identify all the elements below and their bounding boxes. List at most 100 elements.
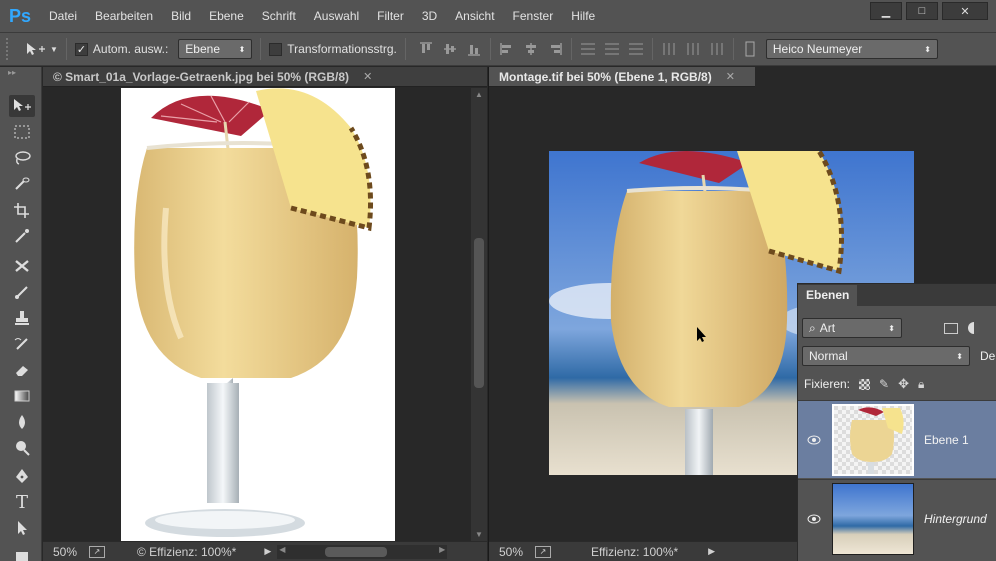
divider	[489, 38, 491, 60]
close-button[interactable]: ✕	[942, 2, 988, 20]
distribute-hcenter-icon[interactable]	[685, 42, 701, 56]
stamp-icon	[15, 311, 29, 325]
path-selection-icon	[18, 521, 27, 535]
close-tab-icon[interactable]: ✕	[726, 70, 735, 83]
menu-auswahl[interactable]: Auswahl	[305, 0, 368, 32]
history-brush-tool[interactable]	[9, 333, 35, 355]
lock-brush-icon[interactable]: ✎	[879, 377, 889, 391]
auto-align-icon[interactable]	[742, 41, 758, 57]
distribute-left-icon[interactable]	[661, 42, 677, 56]
menu-fenster[interactable]: Fenster	[504, 0, 563, 32]
image-filter-icon[interactable]	[944, 322, 958, 334]
distribute-right-icon[interactable]	[709, 42, 725, 56]
layer-row-ebene-1[interactable]: Ebene 1	[798, 400, 996, 478]
tab-getraenk[interactable]: © Smart_01a_Vorlage-Getraenk.jpg bei 50%…	[43, 67, 487, 87]
menu-bild[interactable]: Bild	[162, 0, 200, 32]
eyedropper-tool[interactable]	[9, 225, 35, 247]
move-tool[interactable]	[9, 95, 35, 117]
visibility-eye-icon[interactable]	[798, 514, 830, 524]
menu-schrift[interactable]: Schrift	[253, 0, 305, 32]
zoom-level[interactable]: 50%	[489, 545, 529, 559]
lock-position-icon[interactable]: ✥	[898, 376, 909, 392]
lock-all-icon[interactable]: 🔒︎	[918, 377, 924, 392]
tab-montage[interactable]: Montage.tif bei 50% (Ebene 1, RGB/8) ✕	[489, 67, 755, 87]
align-left-icon[interactable]	[499, 42, 515, 56]
layer-name[interactable]: Hintergrund	[924, 512, 987, 526]
crop-icon	[14, 203, 29, 218]
dodge-tool[interactable]	[9, 437, 35, 459]
scroll-thumb[interactable]	[474, 238, 484, 388]
eyedropper-icon	[15, 229, 29, 243]
auto-select-checkbox[interactable]: ✓	[74, 42, 88, 56]
tab-title: © Smart_01a_Vorlage-Getraenk.jpg bei 50%…	[53, 69, 350, 84]
healing-brush-icon	[15, 260, 29, 272]
tool-preset-picker[interactable]: ▼	[24, 41, 58, 57]
scroll-right-icon[interactable]: ▶	[439, 545, 445, 554]
scroll-left-icon[interactable]: ◀	[279, 545, 285, 554]
adjustment-filter-icon[interactable]	[968, 322, 980, 334]
blur-tool[interactable]	[9, 411, 35, 433]
menu-datei[interactable]: Datei	[40, 0, 86, 32]
lasso-tool[interactable]	[9, 147, 35, 169]
align-right-icon[interactable]	[547, 42, 563, 56]
brush-tool[interactable]	[9, 281, 35, 303]
distribute-bottom-icon[interactable]	[628, 42, 644, 56]
options-grip[interactable]	[6, 38, 14, 60]
transform-controls-checkbox[interactable]	[269, 42, 283, 56]
distribute-vcenter-icon[interactable]	[604, 42, 620, 56]
scroll-down-icon[interactable]: ▼	[475, 530, 483, 539]
blend-mode-dropdown[interactable]: Normal ⬍	[802, 346, 970, 366]
quick-selection-tool[interactable]	[9, 173, 35, 195]
scroll-up-icon[interactable]: ▲	[475, 90, 483, 99]
horizontal-scrollbar[interactable]: ◀ ▶	[277, 544, 448, 559]
auto-select-value: Ebene	[185, 42, 220, 56]
marquee-tool[interactable]	[9, 121, 35, 143]
menu-3d[interactable]: 3D	[413, 0, 446, 32]
layer-row-hintergrund[interactable]: Hintergrund	[798, 479, 996, 557]
clone-stamp-tool[interactable]	[9, 307, 35, 329]
workspace-dropdown[interactable]: Heico Neumeyer ⬍	[765, 39, 938, 59]
align-vcenter-icon[interactable]	[442, 42, 458, 56]
h-scroll-thumb[interactable]	[325, 546, 388, 557]
menu-hilfe[interactable]: Hilfe	[562, 0, 604, 32]
align-top-icon[interactable]	[418, 42, 434, 56]
canvas-area[interactable]	[43, 88, 471, 541]
visibility-eye-icon[interactable]	[798, 435, 830, 445]
updown-icon: ⬍	[924, 44, 931, 54]
menu-ansicht[interactable]: Ansicht	[446, 0, 503, 32]
menu-bearbeiten[interactable]: Bearbeiten	[86, 0, 162, 32]
menu-ebene[interactable]: Ebene	[200, 0, 253, 32]
vertical-scrollbar[interactable]: ▲ ▼	[471, 88, 487, 541]
auto-select-dropdown[interactable]: Ebene ⬍	[178, 39, 253, 59]
status-menu-icon[interactable]: ▶	[708, 546, 715, 557]
tab-ebenen[interactable]: Ebenen	[798, 285, 858, 306]
layer-name[interactable]: Ebene 1	[924, 433, 969, 447]
shape-tool[interactable]	[9, 543, 35, 561]
healing-brush-tool[interactable]	[9, 255, 35, 277]
eraser-tool[interactable]	[9, 359, 35, 381]
export-icon[interactable]: ↗	[89, 545, 105, 558]
pen-tool[interactable]	[9, 465, 35, 487]
align-hcenter-icon[interactable]	[523, 42, 539, 56]
maximize-button[interactable]: □	[906, 2, 938, 20]
close-tab-icon[interactable]: ✕	[363, 70, 372, 83]
layer-thumbnail	[832, 482, 914, 555]
type-tool[interactable]: T	[9, 491, 35, 513]
minimize-button[interactable]: ▁	[870, 2, 902, 20]
menu-filter[interactable]: Filter	[368, 0, 413, 32]
pen-icon	[16, 469, 28, 483]
gradient-tool[interactable]	[9, 385, 35, 407]
move-tool-icon	[27, 43, 45, 55]
lock-label: Fixieren:	[804, 377, 851, 391]
export-icon[interactable]: ↗	[535, 545, 551, 558]
toolbox-expand-icon[interactable]: ▸▸	[0, 67, 41, 79]
crop-tool[interactable]	[9, 199, 35, 221]
zoom-level[interactable]: 50%	[43, 545, 83, 559]
status-menu-icon[interactable]: ▶	[264, 546, 271, 557]
filter-kind-dropdown[interactable]: ⌕ Art ⬍	[802, 318, 902, 338]
lock-transparent-icon[interactable]	[859, 378, 871, 390]
align-bottom-icon[interactable]	[466, 42, 482, 56]
path-selection-tool[interactable]	[9, 517, 35, 539]
divider	[570, 38, 572, 60]
distribute-top-icon[interactable]	[580, 42, 596, 56]
